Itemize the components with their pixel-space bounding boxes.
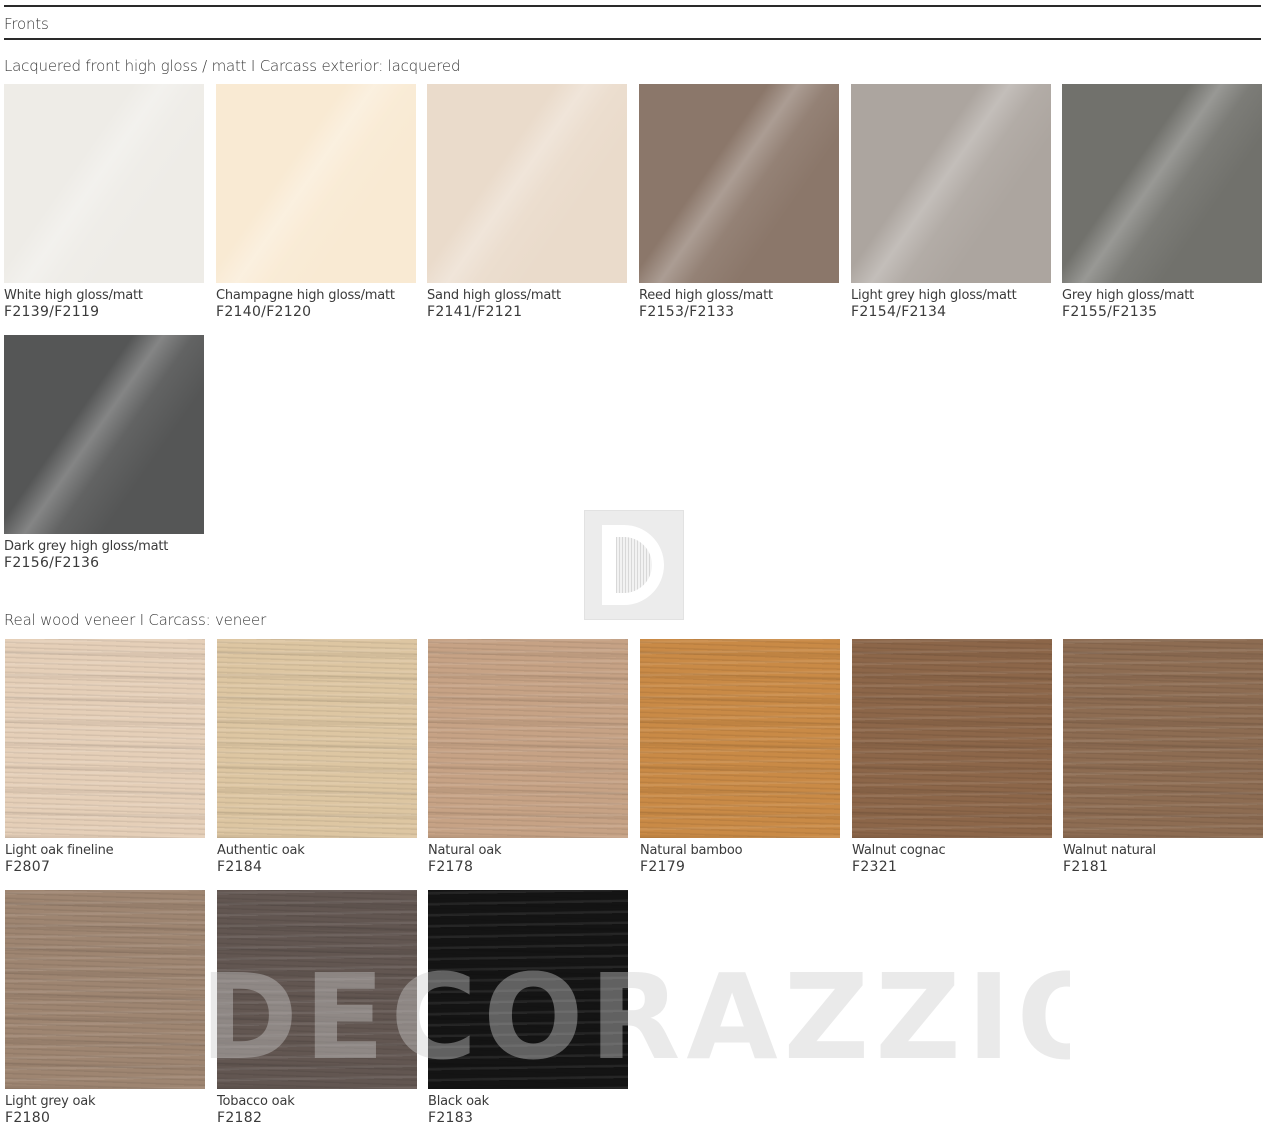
swatch-name: Walnut cognac: [852, 843, 946, 858]
top-rule: [4, 5, 1261, 7]
swatch-name: Natural bamboo: [640, 843, 743, 858]
swatch-light-grey[interactable]: Light grey high gloss/matt F2154/F2134: [851, 84, 1051, 320]
swatch-chip: [1062, 84, 1262, 283]
swatch-code: F2155/F2135: [1062, 304, 1158, 320]
swatch-light-grey-oak[interactable]: Light grey oak F2180: [5, 890, 205, 1126]
swatch-code: F2141/F2121: [427, 304, 523, 320]
swatch-name: Light grey oak: [5, 1094, 96, 1109]
swatch-walnut-cognac[interactable]: Walnut cognac F2321: [852, 639, 1052, 875]
watermark-text: DECORAZZIO: [200, 962, 1070, 1072]
swatch-name: Natural oak: [428, 843, 502, 858]
swatch-name: Grey high gloss/matt: [1062, 288, 1194, 303]
swatch-light-oak-fineline[interactable]: Light oak fineline F2807: [5, 639, 205, 875]
swatch-code: F2321: [852, 859, 898, 875]
swatch-name: Black oak: [428, 1094, 489, 1109]
swatch-chip: [427, 84, 627, 283]
swatch-chip: [5, 890, 205, 1089]
swatch-code: F2182: [217, 1110, 263, 1126]
swatch-natural-oak[interactable]: Natural oak F2178: [428, 639, 628, 875]
swatch-reed[interactable]: Reed high gloss/matt F2153/F2133: [639, 84, 839, 320]
swatch-code: F2178: [428, 859, 474, 875]
swatch-chip: [1063, 639, 1263, 838]
swatch-natural-bamboo[interactable]: Natural bamboo F2179: [640, 639, 840, 875]
swatch-walnut-natural[interactable]: Walnut natural F2181: [1063, 639, 1263, 875]
swatch-name: White high gloss/matt: [4, 288, 143, 303]
swatch-chip: [639, 84, 839, 283]
swatch-chip: [4, 84, 204, 283]
swatch-code: F2179: [640, 859, 686, 875]
logo-letter-d-icon: [602, 525, 664, 605]
swatch-chip: [852, 639, 1052, 838]
swatch-code: F2180: [5, 1110, 51, 1126]
swatch-code: F2140/F2120: [216, 304, 312, 320]
swatch-chip: [428, 639, 628, 838]
swatch-code: F2156/F2136: [4, 555, 100, 571]
swatch-chip: [4, 335, 204, 534]
swatch-chip: [5, 639, 205, 838]
swatch-code: F2139/F2119: [4, 304, 100, 320]
swatch-white[interactable]: White high gloss/matt F2139/F2119: [4, 84, 204, 320]
swatch-name: Light grey high gloss/matt: [851, 288, 1017, 303]
title-rule: [4, 38, 1261, 40]
swatch-code: F2153/F2133: [639, 304, 735, 320]
watermark-logo: [584, 510, 684, 620]
swatch-chip: [851, 84, 1051, 283]
swatch-name: Tobacco oak: [217, 1094, 295, 1109]
swatch-name: Reed high gloss/matt: [639, 288, 773, 303]
swatch-chip: [640, 639, 840, 838]
swatch-sand[interactable]: Sand high gloss/matt F2141/F2121: [427, 84, 627, 320]
swatch-code: F2807: [5, 859, 51, 875]
swatch-code: F2184: [217, 859, 263, 875]
swatch-grey[interactable]: Grey high gloss/matt F2155/F2135: [1062, 84, 1262, 320]
swatch-champagne[interactable]: Champagne high gloss/matt F2140/F2120: [216, 84, 416, 320]
swatch-dark-grey[interactable]: Dark grey high gloss/matt F2156/F2136: [4, 335, 204, 571]
section-title-veneer: Real wood veneer I Carcass: veneer: [4, 611, 267, 629]
section-title-lacquered: Lacquered front high gloss / matt I Carc…: [4, 57, 461, 75]
swatch-authentic-oak[interactable]: Authentic oak F2184: [217, 639, 417, 875]
swatch-chip: [217, 639, 417, 838]
swatch-name: Light oak fineline: [5, 843, 114, 858]
swatch-name: Authentic oak: [217, 843, 305, 858]
swatch-name: Walnut natural: [1063, 843, 1156, 858]
swatch-name: Sand high gloss/matt: [427, 288, 561, 303]
swatch-code: F2183: [428, 1110, 474, 1126]
page-title: Fronts: [4, 15, 49, 33]
swatch-chip: [216, 84, 416, 283]
swatch-name: Champagne high gloss/matt: [216, 288, 395, 303]
swatch-code: F2154/F2134: [851, 304, 947, 320]
swatch-name: Dark grey high gloss/matt: [4, 539, 169, 554]
swatch-code: F2181: [1063, 859, 1109, 875]
